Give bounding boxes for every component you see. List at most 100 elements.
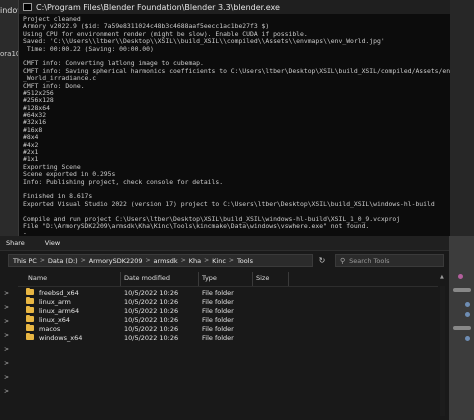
folder-icon — [26, 324, 34, 331]
table-row[interactable]: linux_x64 10/5/2022 10:26 File folder — [18, 315, 438, 324]
column-header-date[interactable]: Date modified — [124, 274, 170, 282]
table-row[interactable]: linux_arm 10/5/2022 10:26 File folder — [18, 297, 438, 306]
console-line: #2x1 — [23, 148, 39, 157]
chevron-right-icon[interactable]: > — [4, 332, 9, 339]
breadcrumb-item[interactable]: Kha — [189, 257, 201, 265]
breadcrumb-item[interactable]: Data (D:) — [48, 257, 78, 265]
console-line: Time: 00:00.22 (Saving: 00:00.00) — [23, 44, 154, 53]
file-date: 10/5/2022 10:26 — [124, 334, 179, 342]
refresh-icon[interactable]: ↻ — [315, 254, 329, 267]
file-date: 10/5/2022 10:26 — [124, 316, 179, 324]
navigation-pane: > > > > > > > > — [0, 272, 15, 420]
chevron-right-icon: > — [80, 257, 86, 264]
chevron-right-icon[interactable]: > — [4, 360, 9, 367]
file-date: 10/5/2022 10:26 — [124, 289, 179, 297]
scrollbar[interactable] — [440, 286, 445, 416]
file-name: linux_x64 — [39, 316, 71, 324]
console-title: C:\Program Files\Blender Foundation\Blen… — [36, 2, 280, 12]
console-line: #128x64 — [23, 103, 50, 112]
folder-icon — [26, 288, 34, 295]
blender-right-panel — [449, 0, 474, 240]
chevron-right-icon: > — [228, 257, 234, 264]
file-type: File folder — [202, 298, 234, 306]
chevron-right-icon: > — [204, 257, 210, 264]
console-line: Info: Publishing project, check console … — [23, 177, 224, 186]
folder-icon — [26, 306, 34, 313]
console-line: #4x2 — [23, 140, 39, 149]
file-name: windows_x64 — [39, 334, 83, 342]
breadcrumb-item[interactable]: Tools — [237, 257, 253, 265]
node-editor-panel — [449, 236, 474, 420]
chevron-right-icon[interactable]: > — [4, 318, 9, 325]
search-input[interactable]: ⚲ Search Tools — [335, 254, 444, 267]
breadcrumb-item[interactable]: ArmorySDK2209 — [89, 257, 143, 265]
console-line: #1x1 — [23, 155, 39, 164]
breadcrumb-item[interactable]: Kinc — [212, 257, 226, 265]
node-socket-icon[interactable] — [465, 336, 470, 341]
node-socket-icon[interactable] — [465, 312, 470, 317]
file-type: File folder — [202, 334, 234, 342]
chevron-right-icon[interactable]: > — [4, 290, 9, 297]
table-row[interactable]: linux_arm64 10/5/2022 10:26 File folder — [18, 306, 438, 315]
column-divider[interactable] — [120, 272, 121, 286]
file-date: 10/5/2022 10:26 — [124, 298, 179, 306]
chevron-right-icon[interactable]: > — [4, 304, 9, 311]
scroll-up-icon[interactable]: ▲ — [440, 274, 444, 280]
chevron-right-icon[interactable]: > — [4, 346, 9, 353]
breadcrumb-item[interactable]: This PC — [13, 257, 37, 265]
column-header-size[interactable]: Size — [256, 274, 269, 282]
console-line: Exported Visual Studio 2022 (version 17)… — [23, 199, 435, 208]
column-divider[interactable] — [198, 272, 199, 286]
chevron-right-icon[interactable]: > — [4, 374, 9, 381]
file-date: 10/5/2022 10:26 — [124, 325, 179, 333]
node-strip — [453, 288, 471, 292]
console-line: CMFT info: Done. — [23, 81, 85, 90]
console-titlebar[interactable]: C:\Program Files\Blender Foundation\Blen… — [19, 0, 450, 14]
explorer-ribbon: Share View — [0, 236, 449, 251]
chevron-right-icon: > — [180, 257, 186, 264]
node-strip — [453, 326, 471, 330]
console-line: #8x4 — [23, 133, 39, 142]
console-line: #256x128 — [23, 96, 54, 105]
folder-icon — [26, 297, 34, 304]
column-header-type[interactable]: Type — [202, 274, 217, 282]
ribbon-tab-share[interactable]: Share — [6, 239, 25, 247]
breadcrumb[interactable]: This PC > Data (D:) > ArmorySDK2209 > ar… — [8, 254, 313, 267]
table-row[interactable]: macos 10/5/2022 10:26 File folder — [18, 324, 438, 333]
terminal-icon — [23, 3, 32, 11]
file-list: freebsd_x64 10/5/2022 10:26 File folder … — [18, 288, 438, 342]
file-date: 10/5/2022 10:26 — [124, 307, 179, 315]
file-type: File folder — [202, 307, 234, 315]
console-line: #64x32 — [23, 111, 47, 120]
console-output: Project cleaned Armory v2022.9 ($id: 7a59… — [19, 14, 450, 240]
node-socket-icon[interactable] — [458, 274, 463, 279]
file-explorer-window: Share View This PC > Data (D:) > ArmoryS… — [0, 236, 449, 420]
console-line: File "D:\ArmorySDK2209\armsdk\Kha\Kinc\T… — [23, 221, 370, 230]
console-line: #16x8 — [23, 125, 43, 134]
file-type: File folder — [202, 289, 234, 297]
column-header-name[interactable]: Name — [28, 274, 47, 282]
chevron-right-icon: > — [145, 257, 151, 264]
chevron-right-icon: > — [39, 257, 45, 264]
file-name: macos — [39, 325, 61, 333]
file-name: linux_arm64 — [39, 307, 80, 315]
search-placeholder: Search Tools — [349, 256, 390, 265]
ribbon-tab-view[interactable]: View — [45, 239, 60, 247]
table-row[interactable]: windows_x64 10/5/2022 10:26 File folder — [18, 333, 438, 342]
search-icon: ⚲ — [340, 256, 346, 265]
node-socket-icon[interactable] — [465, 302, 470, 307]
address-row: This PC > Data (D:) > ArmorySDK2209 > ar… — [0, 251, 449, 270]
console-line: #512x256 — [23, 88, 54, 97]
file-name: freebsd_x64 — [39, 289, 79, 297]
console-window: C:\Program Files\Blender Foundation\Blen… — [18, 0, 450, 237]
folder-icon — [26, 333, 34, 340]
file-type: File folder — [202, 325, 234, 333]
table-row[interactable]: freebsd_x64 10/5/2022 10:26 File folder — [18, 288, 438, 297]
file-name: linux_arm — [39, 298, 71, 306]
file-type: File folder — [202, 316, 234, 324]
breadcrumb-item[interactable]: armsdk — [154, 257, 178, 265]
column-divider[interactable] — [288, 272, 289, 286]
column-divider[interactable] — [252, 272, 253, 286]
console-line: _World_irradiance.c — [23, 74, 97, 83]
chevron-right-icon[interactable]: > — [4, 388, 9, 395]
